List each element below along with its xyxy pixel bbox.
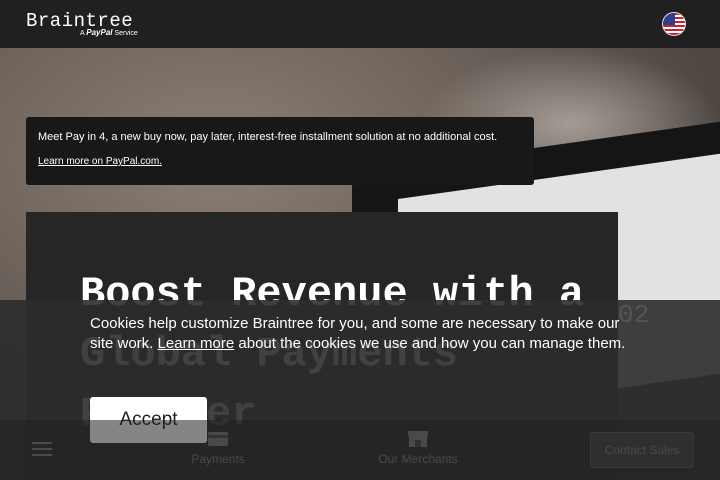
card-icon: [208, 432, 228, 446]
nav-label-payments: Payments: [191, 452, 245, 466]
bottom-nav: Payments Our Merchants Contact Sales: [0, 420, 720, 480]
storefront-icon: [408, 431, 428, 447]
pay-in-4-notice: Meet Pay in 4, a new buy now, pay later,…: [26, 117, 534, 185]
us-flag-icon[interactable]: [662, 12, 686, 36]
logo-subtitle: A PayPal Service: [80, 28, 138, 37]
cookie-text-after: about the cookies we use and how you can…: [234, 335, 626, 352]
background-text-fragment: 02: [618, 300, 650, 330]
flag-canton: [663, 13, 675, 25]
notice-text: Meet Pay in 4, a new buy now, pay later,…: [38, 131, 498, 143]
notice-link[interactable]: Learn more on PayPal.com: [38, 156, 159, 167]
hamburger-icon[interactable]: [32, 442, 52, 456]
braintree-logo[interactable]: Braintree A PayPal Service: [26, 10, 146, 40]
cookie-learn-more-link[interactable]: Learn more: [158, 335, 235, 352]
contact-sales-button[interactable]: Contact Sales: [590, 432, 694, 468]
cookie-text: Cookies help customize Braintree for you…: [90, 314, 630, 354]
top-bar: Braintree A PayPal Service: [0, 0, 720, 48]
notice-link-suffix: .: [159, 156, 162, 167]
nav-label-our-merchants: Our Merchants: [378, 452, 458, 466]
nav-item-our-merchants[interactable]: Our Merchants: [358, 430, 478, 466]
nav-item-payments[interactable]: Payments: [158, 430, 278, 466]
notice-line: Learn more on PayPal.com.: [38, 156, 162, 167]
